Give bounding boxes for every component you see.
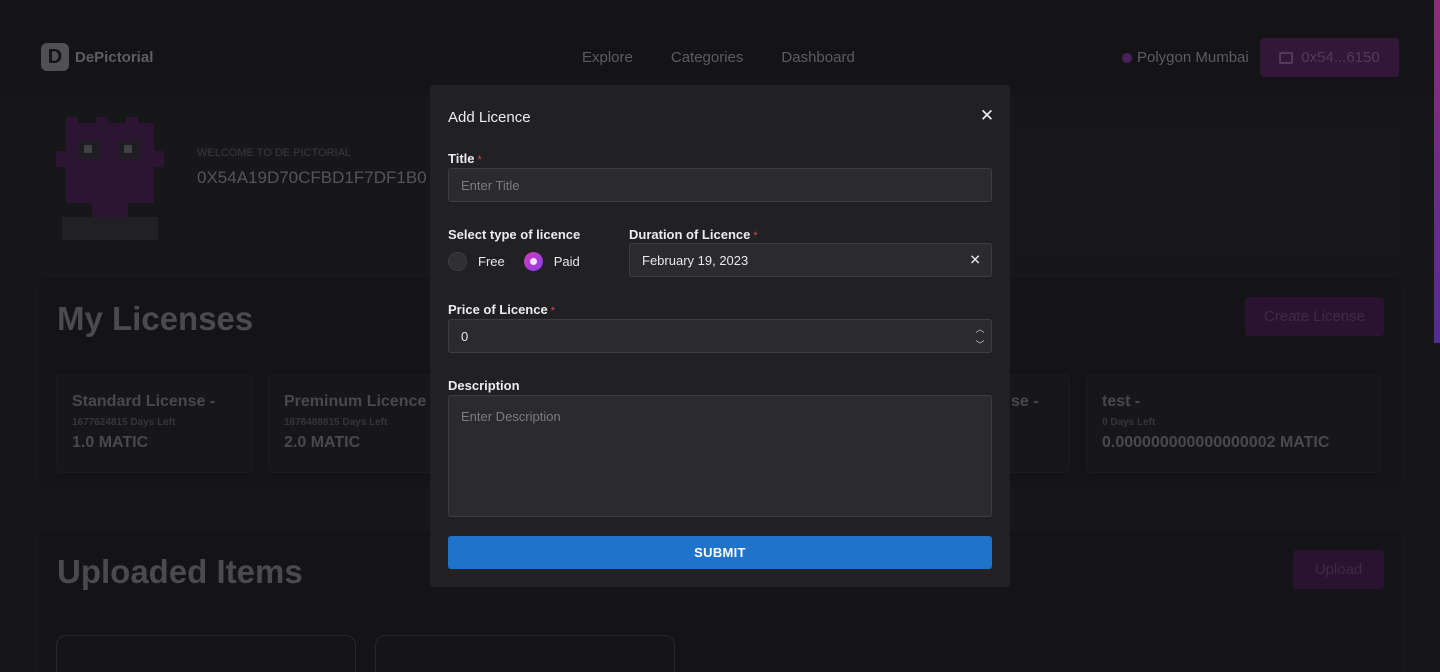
description-label: Description xyxy=(448,378,520,393)
description-placeholder: Enter Description xyxy=(461,409,561,424)
duration-date-picker[interactable]: February 19, 2023 ✕ xyxy=(629,243,992,277)
price-input[interactable]: 0 ︿ ﹀ xyxy=(448,319,992,353)
radio-paid[interactable] xyxy=(523,252,543,271)
price-label-text: Price of Licence xyxy=(448,302,548,317)
submit-button[interactable]: SUBMIT xyxy=(448,536,992,569)
title-label: Title * xyxy=(448,151,482,166)
duration-value: February 19, 2023 xyxy=(642,252,749,268)
chevron-down-icon[interactable]: ﹀ xyxy=(969,336,991,352)
radio-free[interactable] xyxy=(448,252,467,271)
duration-label: Duration of Licence * xyxy=(629,227,758,242)
price-label: Price of Licence * xyxy=(448,302,555,317)
title-input[interactable]: Enter Title xyxy=(448,168,992,202)
close-icon[interactable]: ✕ xyxy=(978,107,996,125)
clear-date-icon[interactable]: ✕ xyxy=(969,252,981,269)
modal-title: Add Licence xyxy=(448,109,531,126)
radio-dot-icon xyxy=(529,258,537,265)
price-value: 0 xyxy=(461,328,469,344)
description-textarea[interactable]: Enter Description xyxy=(448,395,992,517)
required-mark: * xyxy=(550,305,555,317)
price-stepper: ︿ ﹀ xyxy=(969,320,991,352)
duration-label-text: Duration of Licence xyxy=(629,227,751,242)
required-mark: * xyxy=(477,154,482,166)
title-placeholder: Enter Title xyxy=(461,177,520,193)
title-label-text: Title xyxy=(448,151,475,166)
required-mark: * xyxy=(753,230,758,242)
add-licence-modal: Add Licence ✕ Title * Enter Title Select … xyxy=(430,85,1010,587)
chevron-up-icon[interactable]: ︿ xyxy=(969,320,991,336)
radio-free-label[interactable]: Free xyxy=(478,254,505,269)
radio-paid-label[interactable]: Paid xyxy=(554,254,580,269)
licence-type-radio-group: Free Paid xyxy=(448,252,599,271)
type-label: Select type of licence xyxy=(448,227,581,242)
